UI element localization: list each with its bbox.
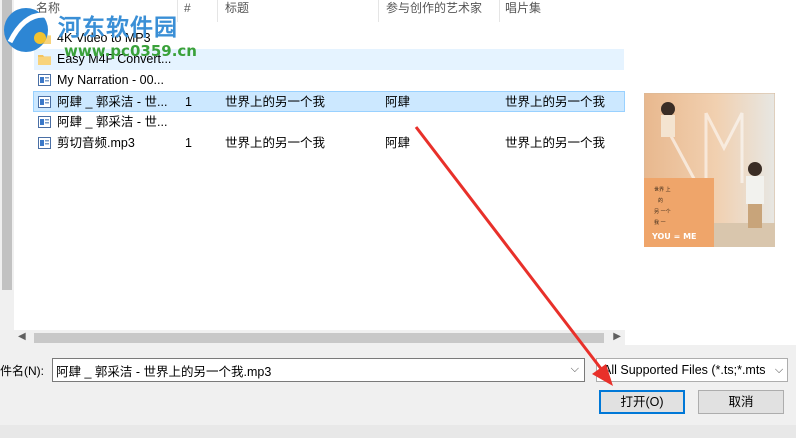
watermark-logo-icon bbox=[4, 8, 51, 52]
watermark-text: 河东软件园 bbox=[58, 15, 178, 41]
annotation-arrow bbox=[414, 126, 613, 386]
watermark-url: www.pc0359.cn bbox=[64, 42, 197, 60]
